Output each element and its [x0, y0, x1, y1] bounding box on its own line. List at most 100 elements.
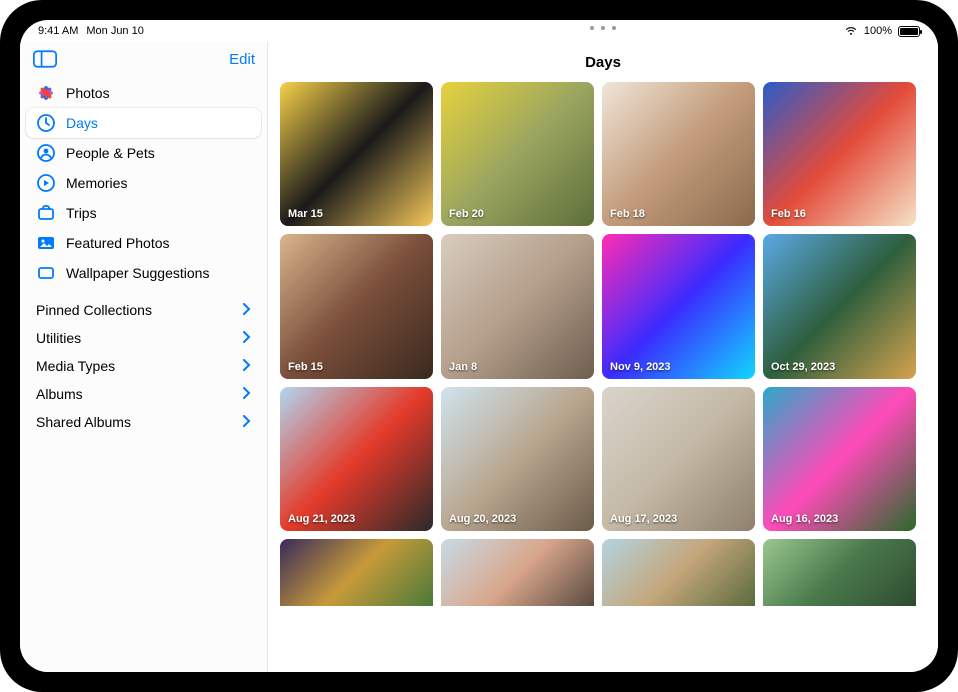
- person-circle-icon: [36, 143, 56, 163]
- day-tile[interactable]: [441, 539, 594, 606]
- main-header: Days: [268, 42, 938, 82]
- photo-thumbnail: [602, 82, 755, 226]
- days-grid-scroll[interactable]: Mar 15 Feb 20 Feb 18 Feb 16 Feb 15 Jan 8 Nov 9…: [268, 82, 938, 672]
- day-tile[interactable]: Aug 16, 2023: [763, 387, 916, 531]
- memories-icon: [36, 173, 56, 193]
- day-tile[interactable]: Mar 15: [280, 82, 433, 226]
- photo-thumbnail: [763, 539, 916, 606]
- chevron-right-icon: [243, 386, 251, 402]
- multitask-handle-icon[interactable]: [590, 26, 616, 31]
- sidebar-item-people-pets[interactable]: People & Pets: [26, 138, 261, 168]
- screen: 9:41 AM Mon Jun 10 100%: [20, 20, 938, 672]
- day-tile[interactable]: Oct 29, 2023: [763, 234, 916, 378]
- sidebar-item-trips[interactable]: Trips: [26, 198, 261, 228]
- day-tile[interactable]: Feb 18: [602, 82, 755, 226]
- wifi-icon: [844, 25, 858, 37]
- days-grid: Mar 15 Feb 20 Feb 18 Feb 16 Feb 15 Jan 8 Nov 9…: [280, 82, 916, 606]
- day-tile[interactable]: Aug 21, 2023: [280, 387, 433, 531]
- photo-thumbnail: [280, 82, 433, 226]
- sidebar-item-label: Featured Photos: [66, 235, 251, 251]
- photo-thumbnail: [280, 539, 433, 606]
- status-right: 100%: [844, 25, 920, 37]
- day-tile[interactable]: [280, 539, 433, 606]
- day-tile[interactable]: Feb 16: [763, 82, 916, 226]
- photo-thumbnail: [602, 387, 755, 531]
- chevron-right-icon: [243, 414, 251, 430]
- sidebar-header: Edit: [26, 46, 261, 76]
- tile-date-label: Feb 18: [610, 208, 645, 220]
- photo-thumbnail: [280, 387, 433, 531]
- tile-date-label: Oct 29, 2023: [771, 361, 835, 373]
- photo-thumbnail: [280, 234, 433, 378]
- sidebar-item-label: People & Pets: [66, 145, 251, 161]
- tile-date-label: Aug 16, 2023: [771, 513, 838, 525]
- chevron-right-icon: [243, 358, 251, 374]
- sidebar-item-featured-photos[interactable]: Featured Photos: [26, 228, 261, 258]
- sidebar-item-memories[interactable]: Memories: [26, 168, 261, 198]
- day-tile[interactable]: [602, 539, 755, 606]
- sidebar-section-shared-albums[interactable]: Shared Albums: [26, 408, 261, 436]
- photo-thumbnail: [441, 234, 594, 378]
- sidebar-item-label: Days: [66, 115, 251, 131]
- day-tile[interactable]: [763, 539, 916, 606]
- sidebar-nav-list: Photos Days People & Pets Memories Trips Feat…: [26, 76, 261, 290]
- tile-date-label: Feb 16: [771, 208, 806, 220]
- status-time: 9:41 AM: [38, 25, 78, 37]
- content-split: Edit Photos Days People & Pets Memories Trip…: [20, 42, 938, 672]
- photo-thumbnail: [441, 387, 594, 531]
- tile-date-label: Nov 9, 2023: [610, 361, 671, 373]
- status-left: 9:41 AM Mon Jun 10: [38, 25, 144, 37]
- day-tile[interactable]: Feb 15: [280, 234, 433, 378]
- chevron-right-icon: [243, 302, 251, 318]
- sidebar-section-list: Pinned Collections Utilities Media Types Al…: [26, 296, 261, 436]
- day-tile[interactable]: Aug 20, 2023: [441, 387, 594, 531]
- day-tile[interactable]: Nov 9, 2023: [602, 234, 755, 378]
- sidebar-section-media-types[interactable]: Media Types: [26, 352, 261, 380]
- sidebar-section-label: Pinned Collections: [36, 302, 152, 318]
- photo-thumbnail: [441, 82, 594, 226]
- sidebar-item-label: Trips: [66, 205, 251, 221]
- sidebar-section-utilities[interactable]: Utilities: [26, 324, 261, 352]
- day-tile[interactable]: Aug 17, 2023: [602, 387, 755, 531]
- tile-date-label: Aug 17, 2023: [610, 513, 677, 525]
- clock-icon: [36, 113, 56, 133]
- edit-button[interactable]: Edit: [229, 51, 255, 68]
- sidebar-toggle-button[interactable]: [32, 48, 58, 70]
- suitcase-icon: [36, 203, 56, 223]
- photo-fill-icon: [36, 233, 56, 253]
- photo-thumbnail: [441, 539, 594, 606]
- sidebar-section-label: Shared Albums: [36, 414, 131, 430]
- sidebar-section-pinned-collections[interactable]: Pinned Collections: [26, 296, 261, 324]
- tile-date-label: Feb 15: [288, 361, 323, 373]
- photo-thumbnail: [602, 234, 755, 378]
- sidebar-item-days[interactable]: Days: [26, 108, 261, 138]
- photos-multicolor-icon: [36, 83, 56, 103]
- status-bar: 9:41 AM Mon Jun 10 100%: [20, 20, 938, 42]
- status-date: Mon Jun 10: [86, 25, 143, 37]
- sidebar-section-label: Albums: [36, 386, 83, 402]
- sidebar-item-label: Wallpaper Suggestions: [66, 265, 251, 281]
- photo-thumbnail: [602, 539, 755, 606]
- day-tile[interactable]: Feb 20: [441, 82, 594, 226]
- tile-date-label: Feb 20: [449, 208, 484, 220]
- page-title: Days: [585, 54, 621, 71]
- sidebar-item-wallpaper-suggestions[interactable]: Wallpaper Suggestions: [26, 258, 261, 288]
- tile-date-label: Mar 15: [288, 208, 323, 220]
- sidebar-section-label: Utilities: [36, 330, 81, 346]
- tile-date-label: Aug 21, 2023: [288, 513, 355, 525]
- sidebar-item-photos[interactable]: Photos: [26, 78, 261, 108]
- sidebar-item-label: Photos: [66, 85, 251, 101]
- photo-thumbnail: [763, 387, 916, 531]
- sidebar-section-albums[interactable]: Albums: [26, 380, 261, 408]
- tile-date-label: Jan 8: [449, 361, 477, 373]
- battery-icon: [898, 26, 920, 37]
- sidebar: Edit Photos Days People & Pets Memories Trip…: [20, 42, 268, 672]
- device-frame: 9:41 AM Mon Jun 10 100%: [0, 0, 958, 692]
- battery-percent: 100%: [864, 25, 892, 37]
- chevron-right-icon: [243, 330, 251, 346]
- sidebar-item-label: Memories: [66, 175, 251, 191]
- day-tile[interactable]: Jan 8: [441, 234, 594, 378]
- tile-date-label: Aug 20, 2023: [449, 513, 516, 525]
- rectangle-icon: [36, 263, 56, 283]
- sidebar-section-label: Media Types: [36, 358, 115, 374]
